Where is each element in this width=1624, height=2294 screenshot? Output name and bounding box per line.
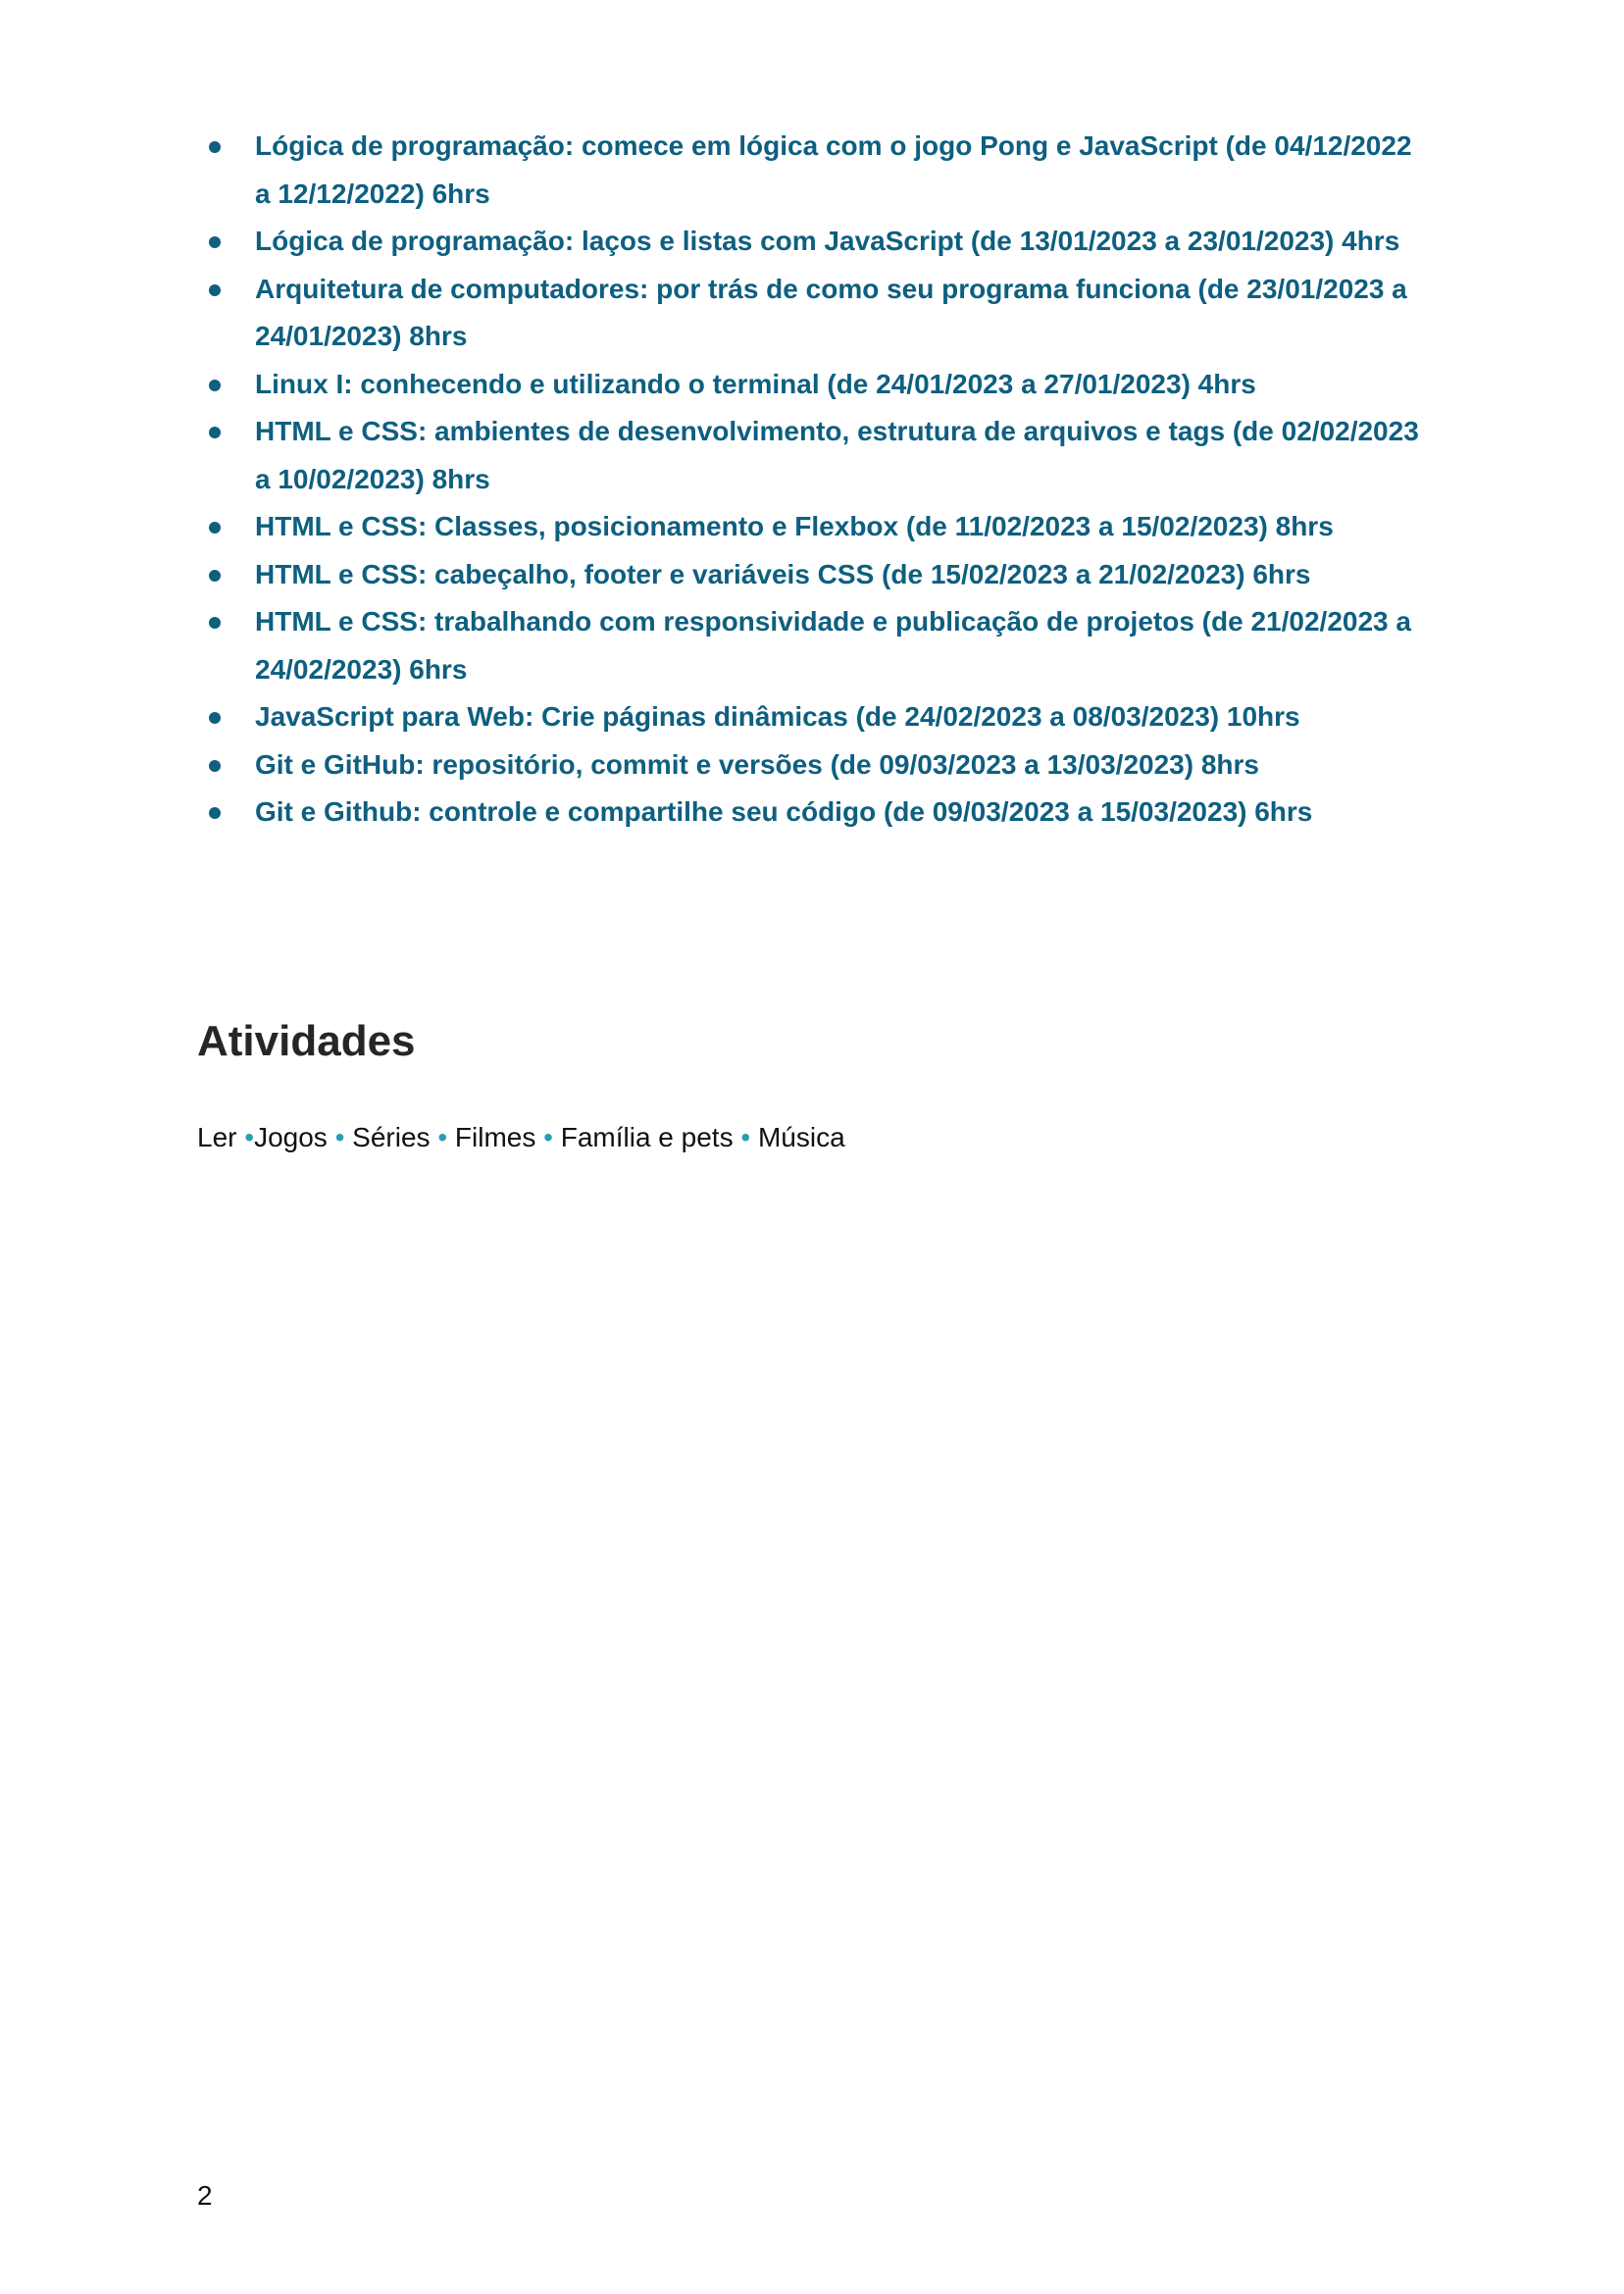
- course-text: HTML e CSS: cabeçalho, footer e variávei…: [255, 558, 1311, 589]
- bullet-icon: [209, 569, 221, 582]
- course-item: Git e GitHub: repositório, commit e vers…: [197, 741, 1423, 790]
- course-text: JavaScript para Web: Crie páginas dinâmi…: [255, 701, 1300, 732]
- bullet-icon: [209, 236, 221, 248]
- bullet-icon: [209, 141, 221, 153]
- activity-item: Família e pets: [560, 1122, 734, 1152]
- course-text: HTML e CSS: trabalhando com responsivida…: [255, 606, 1411, 685]
- course-item: Arquitetura de computadores: por trás de…: [197, 266, 1423, 361]
- activity-separator: •: [244, 1122, 255, 1152]
- course-list: Lógica de programação: comece em lógica …: [197, 123, 1423, 837]
- course-item: JavaScript para Web: Crie páginas dinâmi…: [197, 693, 1423, 741]
- course-item: HTML e CSS: trabalhando com responsivida…: [197, 598, 1423, 693]
- course-text: Linux I: conhecendo e utilizando o termi…: [255, 368, 1256, 399]
- course-item: Git e Github: controle e compartilhe seu…: [197, 789, 1423, 837]
- course-text: HTML e CSS: Classes, posicionamento e Fl…: [255, 511, 1334, 541]
- course-item: Lógica de programação: comece em lógica …: [197, 123, 1423, 218]
- course-item: Linux I: conhecendo e utilizando o termi…: [197, 361, 1423, 409]
- activity-item: Ler: [197, 1122, 237, 1152]
- course-item: HTML e CSS: cabeçalho, footer e variávei…: [197, 551, 1423, 599]
- bullet-icon: [209, 379, 221, 391]
- bullet-icon: [209, 807, 221, 819]
- page-number: 2: [197, 2180, 213, 2211]
- activities-heading: Atividades: [197, 1017, 416, 1065]
- course-text: Lógica de programação: comece em lógica …: [255, 130, 1412, 209]
- course-text: HTML e CSS: ambientes de desenvolvimento…: [255, 416, 1419, 494]
- activities-list: Ler •Jogos • Séries • Filmes • Família e…: [197, 1118, 845, 1157]
- course-text: Git e Github: controle e compartilhe seu…: [255, 796, 1313, 827]
- activity-item: Séries: [352, 1122, 431, 1152]
- activity-separator: •: [334, 1122, 345, 1152]
- course-text: Arquitetura de computadores: por trás de…: [255, 273, 1407, 352]
- document-page: Lógica de programação: comece em lógica …: [0, 0, 1624, 2294]
- course-text: Git e GitHub: repositório, commit e vers…: [255, 748, 1259, 780]
- course-item: HTML e CSS: Classes, posicionamento e Fl…: [197, 503, 1423, 551]
- course-item: HTML e CSS: ambientes de desenvolvimento…: [197, 408, 1423, 503]
- bullet-icon: [209, 427, 221, 438]
- bullet-icon: [209, 759, 221, 772]
- activity-separator: •: [543, 1122, 553, 1152]
- course-text: Lógica de programação: laços e listas co…: [255, 226, 1400, 256]
- bullet-icon: [209, 283, 221, 296]
- activity-separator: •: [437, 1122, 448, 1152]
- bullet-icon: [209, 712, 221, 724]
- bullet-icon: [209, 522, 221, 534]
- activity-separator: •: [740, 1122, 751, 1152]
- activity-item: Jogos: [254, 1122, 328, 1152]
- activity-item: Filmes: [454, 1122, 536, 1152]
- bullet-icon: [209, 617, 221, 629]
- activity-item: Música: [757, 1122, 845, 1152]
- course-item: Lógica de programação: laços e listas co…: [197, 218, 1423, 266]
